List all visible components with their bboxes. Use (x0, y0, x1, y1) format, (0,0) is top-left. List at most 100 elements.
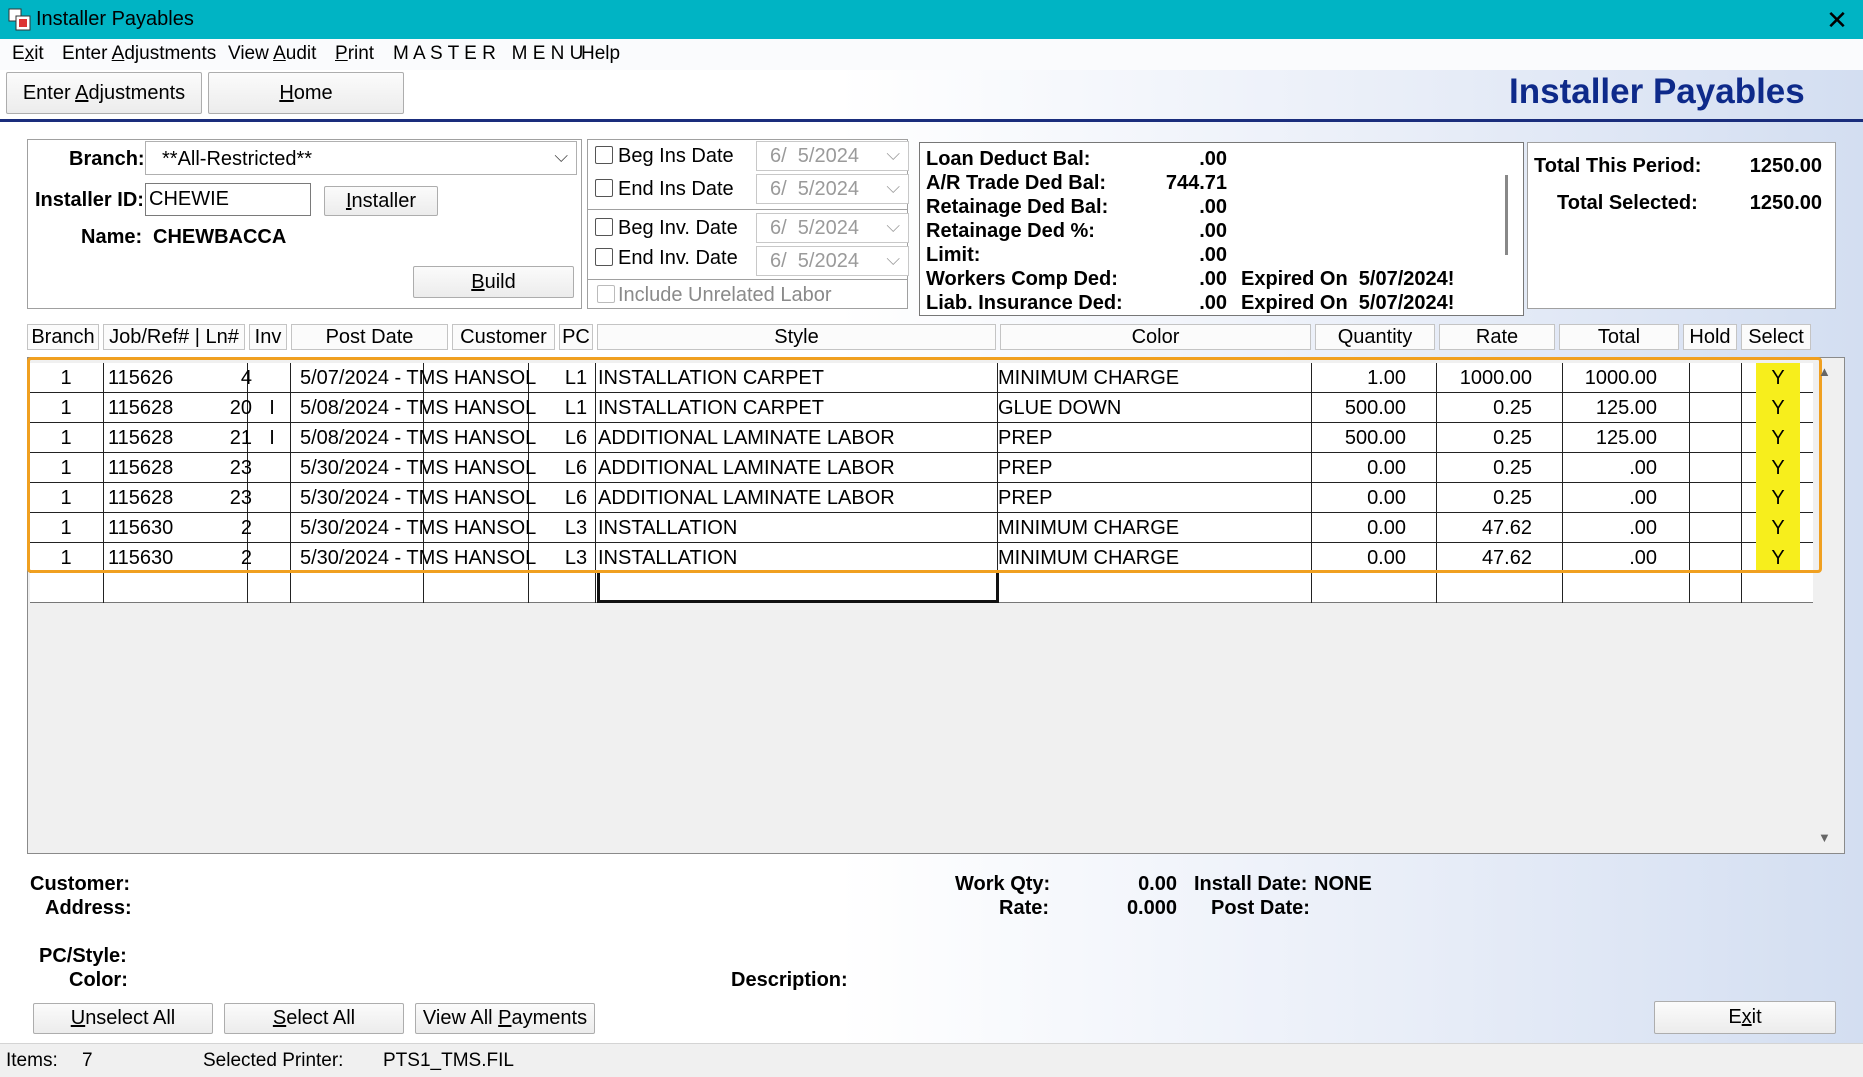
scroll-up-icon[interactable]: ▲ (1818, 364, 1831, 379)
pcstyle-label: PC/Style: (39, 945, 127, 967)
items-label: Items: (6, 1050, 58, 1071)
end-ins-date-field[interactable]: 6/ 5/2024 ⌵ (756, 174, 909, 204)
grid-line (1689, 573, 1690, 603)
loan-deduct-value: .00 (1199, 148, 1227, 170)
col-branch[interactable]: Branch (27, 324, 99, 350)
end-inv-date-value: 6/ 5/2024 (770, 250, 859, 272)
end-ins-date-label: End Ins Date (618, 178, 734, 200)
unselect-all-label: Unselect All (70, 1007, 176, 1029)
liab-insurance-expired: Expired On 5/07/2024! (1241, 292, 1455, 314)
beg-inv-date-field[interactable]: 6/ 5/2024 ⌵ (756, 213, 909, 243)
installer-button-label: Installer (345, 190, 417, 212)
rate-label: Rate: (999, 897, 1050, 919)
printer-label: Selected Printer: (203, 1050, 344, 1071)
retainage-pct-value: .00 (1199, 220, 1227, 242)
beg-ins-date-checkbox[interactable] (595, 146, 613, 164)
select-all-button[interactable]: Select All (224, 1003, 404, 1034)
chevron-down-icon: ⌵ (886, 177, 900, 197)
col-total[interactable]: Total (1559, 324, 1679, 350)
menu-exit[interactable]: Exit (12, 43, 44, 65)
enter-adjustments-button[interactable]: Enter Adjustments (6, 72, 202, 114)
build-button-label: Build (471, 271, 516, 293)
col-customer[interactable]: Customer (452, 324, 555, 350)
chevron-down-icon: ⌵ (886, 144, 900, 164)
description-label: Description: (731, 969, 848, 991)
beg-ins-date-field[interactable]: 6/ 5/2024 ⌵ (756, 141, 909, 171)
col-quantity[interactable]: Quantity (1315, 324, 1435, 350)
ar-trade-value: 744.71 (1165, 172, 1227, 194)
close-icon[interactable]: ✕ (1820, 4, 1854, 36)
grid-line (103, 573, 104, 603)
col-hold[interactable]: Hold (1683, 324, 1737, 350)
col-job-ref[interactable]: Job/Ref# | Ln# (103, 324, 245, 350)
items-value: 7 (82, 1050, 93, 1071)
grid-line (1562, 573, 1563, 603)
table-row-empty[interactable] (30, 572, 1813, 603)
workers-comp-value: .00 (1199, 268, 1227, 290)
beg-inv-date-checkbox[interactable] (595, 218, 613, 236)
loan-deduct-label: Loan Deduct Bal: (926, 148, 1091, 170)
col-pc[interactable]: PC (559, 324, 593, 350)
col-select[interactable]: Select (1741, 324, 1811, 350)
branch-value: **All-Restricted** (162, 148, 313, 170)
rate-value: 0.000 (1126, 897, 1177, 919)
selection-outline (27, 357, 1822, 573)
include-unrelated-checkbox[interactable] (597, 285, 615, 303)
retainage-pct-label: Retainage Ded %: (926, 220, 1095, 242)
col-inv[interactable]: Inv (249, 324, 287, 350)
installer-id-value: CHEWIE (149, 188, 229, 210)
view-all-payments-button[interactable]: View All Payments (415, 1003, 595, 1034)
menu-enter-adjustments[interactable]: Enter Adjustments (62, 43, 216, 65)
chevron-down-icon: ⌵ (886, 249, 900, 269)
liab-insurance-value: .00 (1199, 292, 1227, 314)
grid-line (528, 573, 529, 603)
col-style[interactable]: Style (597, 324, 996, 350)
color-label: Color: (69, 969, 128, 991)
title-bar (0, 0, 1863, 39)
installer-button[interactable]: Installer (324, 186, 438, 216)
workqty-label: Work Qty: (955, 873, 1051, 895)
end-inv-date-label: End Inv. Date (618, 247, 738, 269)
menu-master-menu[interactable]: M A S T E R M E N U (393, 43, 583, 65)
menu-view-audit[interactable]: View Audit (228, 43, 316, 65)
branch-select[interactable]: **All-Restricted** ⌵ (145, 141, 577, 175)
col-color[interactable]: Color (1000, 324, 1311, 350)
home-button[interactable]: Home (208, 72, 404, 114)
end-ins-date-checkbox[interactable] (595, 179, 613, 197)
menu-help[interactable]: Help (581, 43, 620, 65)
build-button[interactable]: Build (413, 266, 574, 298)
app-icon (8, 8, 32, 32)
header-divider (0, 119, 1863, 122)
grid-line (1436, 573, 1437, 603)
scroll-down-icon[interactable]: ▼ (1818, 830, 1831, 845)
liab-insurance-label: Liab. Insurance Ded: (926, 292, 1123, 314)
retainage-bal-value: .00 (1199, 196, 1227, 218)
beg-inv-date-value: 6/ 5/2024 (770, 217, 859, 239)
page-title: Installer Payables (1509, 72, 1805, 111)
enter-adjustments-label: Enter Adjustments (22, 82, 186, 104)
balances-scrollbar[interactable] (1505, 175, 1508, 255)
date-divider-2 (587, 279, 908, 280)
beg-ins-date-label: Beg Ins Date (618, 145, 734, 167)
exit-button[interactable]: Exit (1654, 1001, 1836, 1034)
total-period-value: 1250.00 (1749, 155, 1822, 177)
col-post-date[interactable]: Post Date (291, 324, 448, 350)
installer-id-input[interactable]: CHEWIE (145, 183, 311, 216)
total-selected-label: Total Selected: (1557, 192, 1698, 214)
retainage-bal-label: Retainage Ded Bal: (926, 196, 1109, 218)
printer-value: PTS1_TMS.FIL (383, 1050, 514, 1071)
end-ins-date-value: 6/ 5/2024 (770, 178, 859, 200)
customer-label: Customer: (30, 873, 131, 895)
unselect-all-button[interactable]: Unselect All (33, 1003, 213, 1034)
end-inv-date-checkbox[interactable] (595, 248, 613, 266)
limit-value: .00 (1199, 244, 1227, 266)
home-label: Home (279, 82, 333, 104)
chevron-down-icon: ⌵ (886, 216, 900, 236)
beg-ins-date-value: 6/ 5/2024 (770, 145, 859, 167)
col-rate[interactable]: Rate (1439, 324, 1555, 350)
end-inv-date-field[interactable]: 6/ 5/2024 ⌵ (756, 246, 909, 276)
workers-comp-expired: Expired On 5/07/2024! (1241, 268, 1455, 290)
include-unrelated-label: Include Unrelated Labor (618, 284, 832, 306)
style-edit-cell[interactable] (597, 572, 999, 603)
menu-print[interactable]: Print (335, 43, 374, 65)
